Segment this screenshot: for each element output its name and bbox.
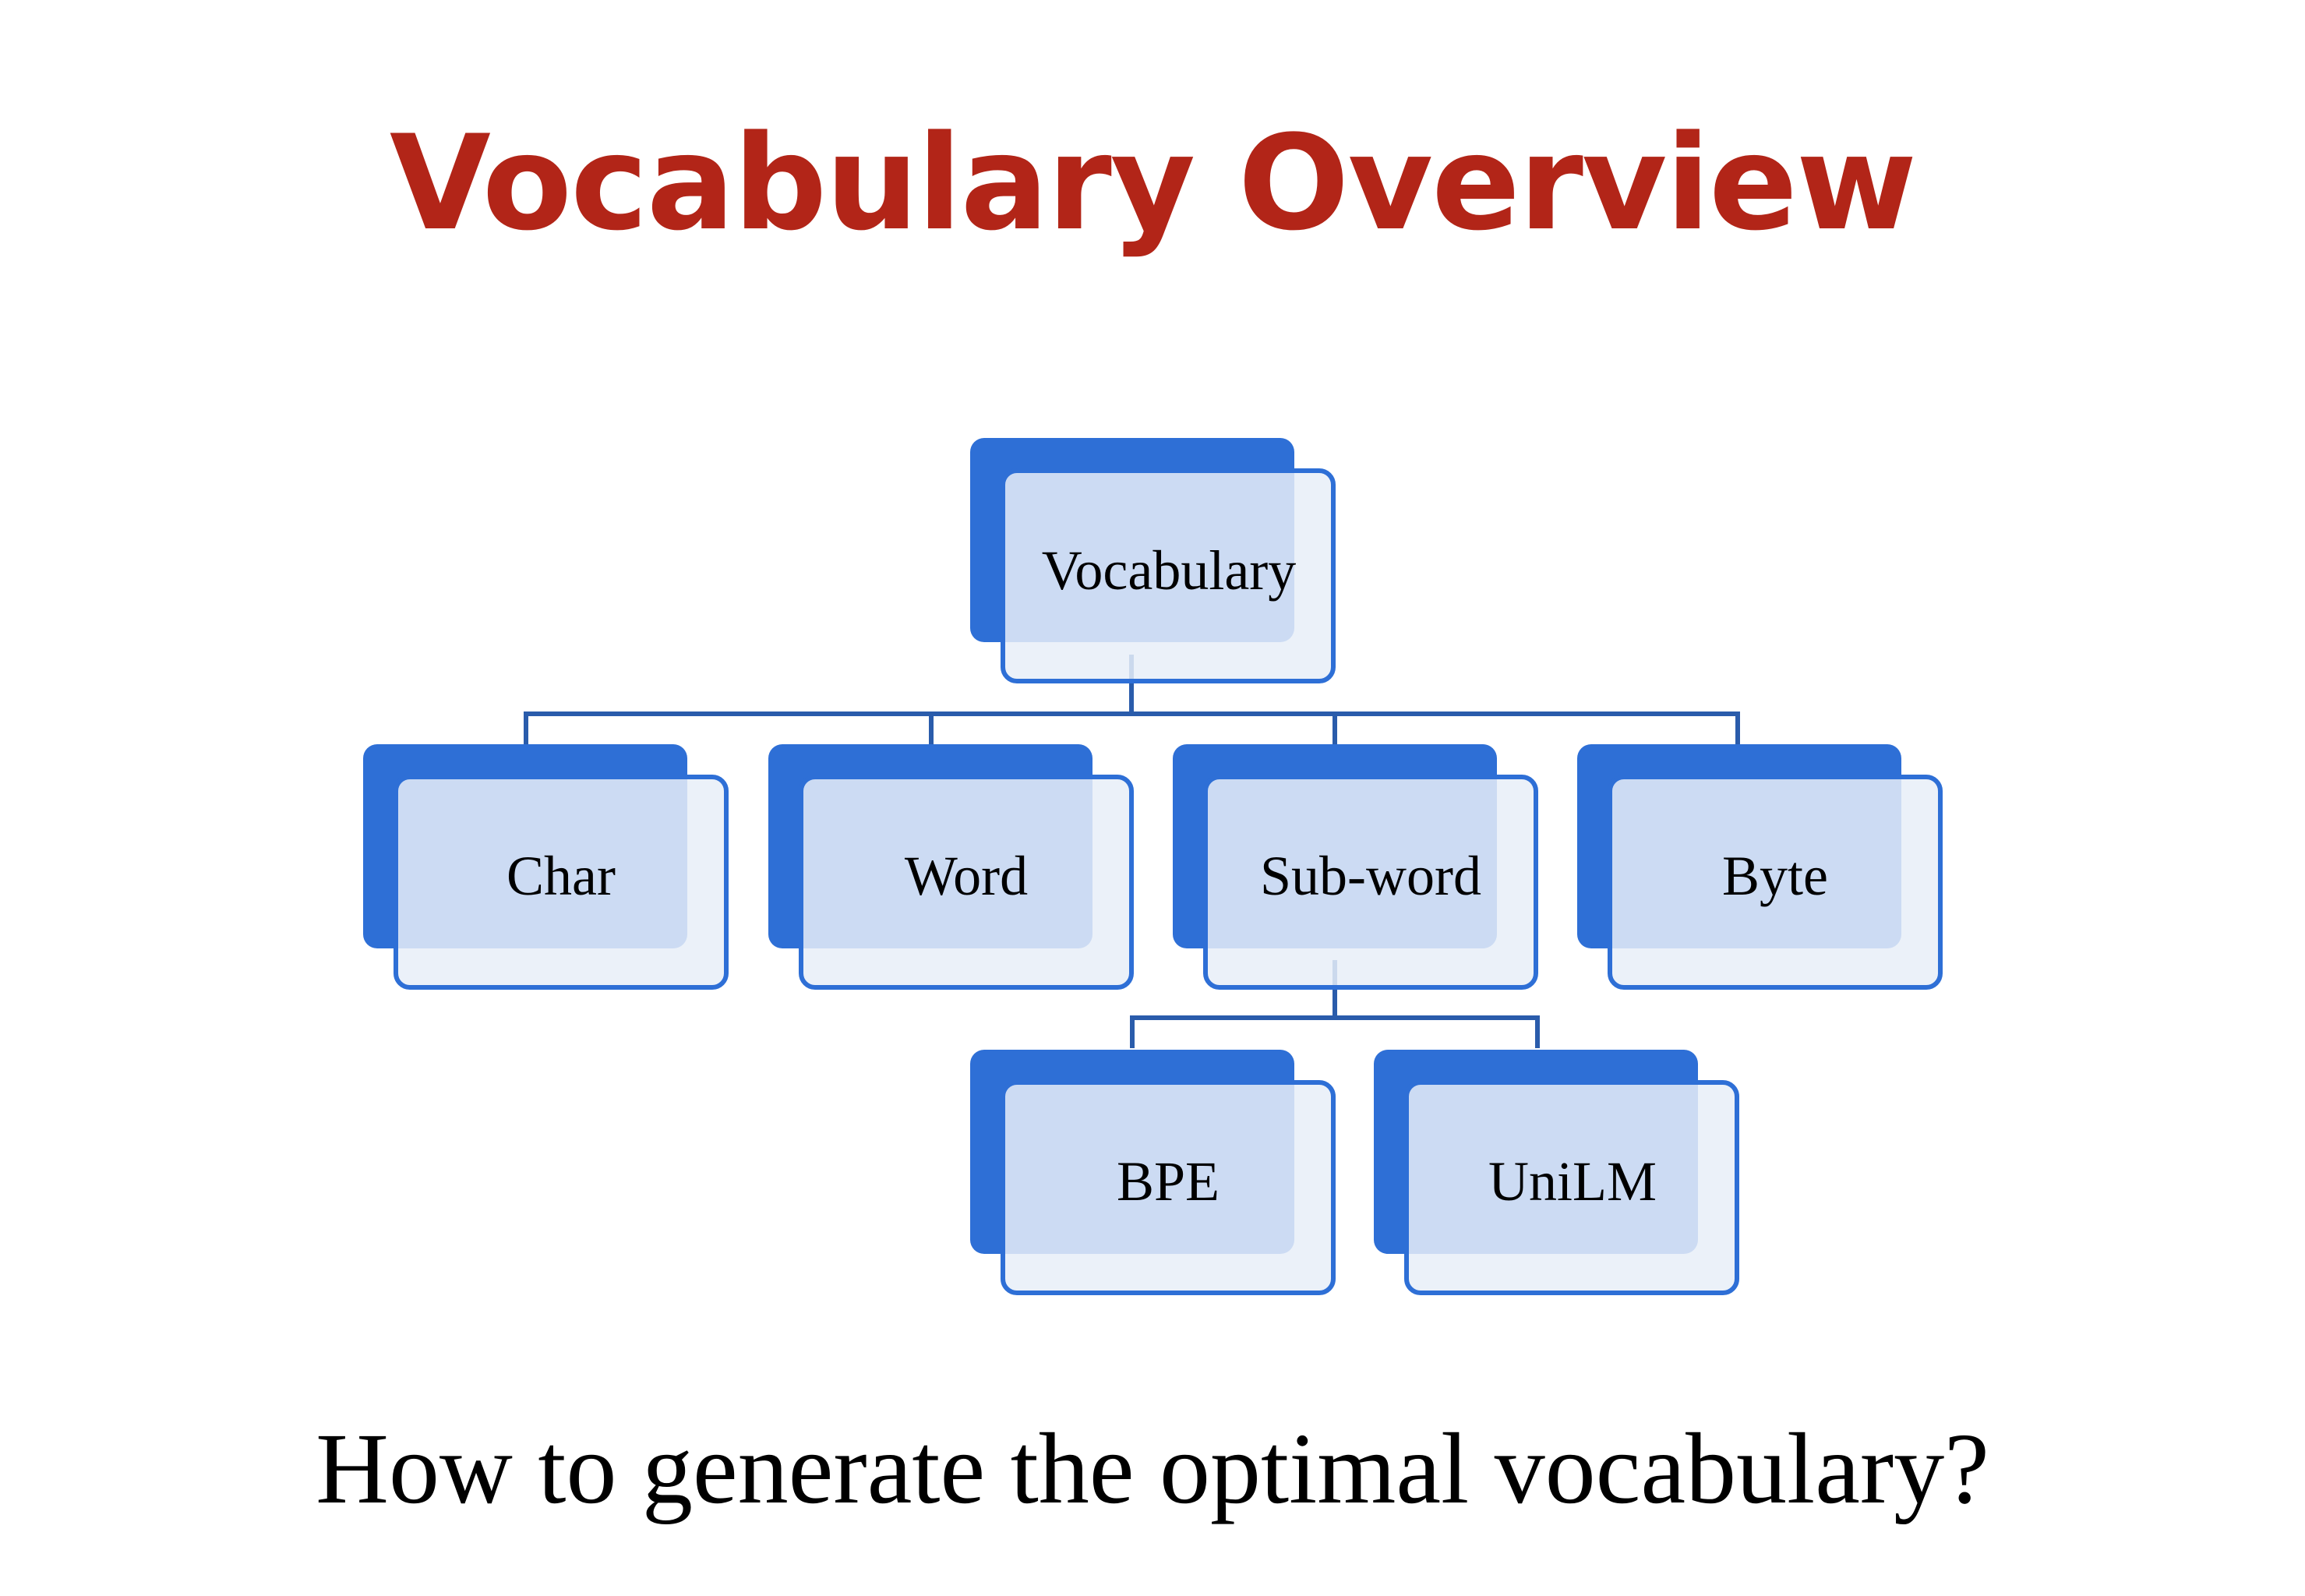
hierarchy-diagram: Vocabulary Char Word Sub-word Byte BPE U… — [363, 438, 1943, 1295]
slide: Vocabulary Overview Vocabulary Char Word… — [0, 0, 2305, 1596]
node-word[interactable]: Word — [768, 744, 1134, 990]
node-label-vocabulary: Vocabulary — [1042, 539, 1297, 602]
node-bpe[interactable]: BPE — [970, 1050, 1336, 1295]
node-label-byte: Byte — [1722, 845, 1828, 907]
node-vocabulary[interactable]: Vocabulary — [970, 438, 1336, 683]
node-subword[interactable]: Sub-word — [1173, 744, 1538, 990]
slide-question: How to generate the optimal vocabulary? — [316, 1413, 1989, 1525]
node-byte[interactable]: Byte — [1577, 744, 1943, 990]
node-label-char: Char — [507, 845, 616, 907]
node-unilm[interactable]: UniLM — [1374, 1050, 1739, 1295]
node-char[interactable]: Char — [363, 744, 729, 990]
node-label-bpe: BPE — [1117, 1150, 1220, 1213]
node-label-subword: Sub-word — [1260, 845, 1481, 907]
node-label-unilm: UniLM — [1488, 1150, 1657, 1213]
node-label-word: Word — [905, 845, 1028, 907]
